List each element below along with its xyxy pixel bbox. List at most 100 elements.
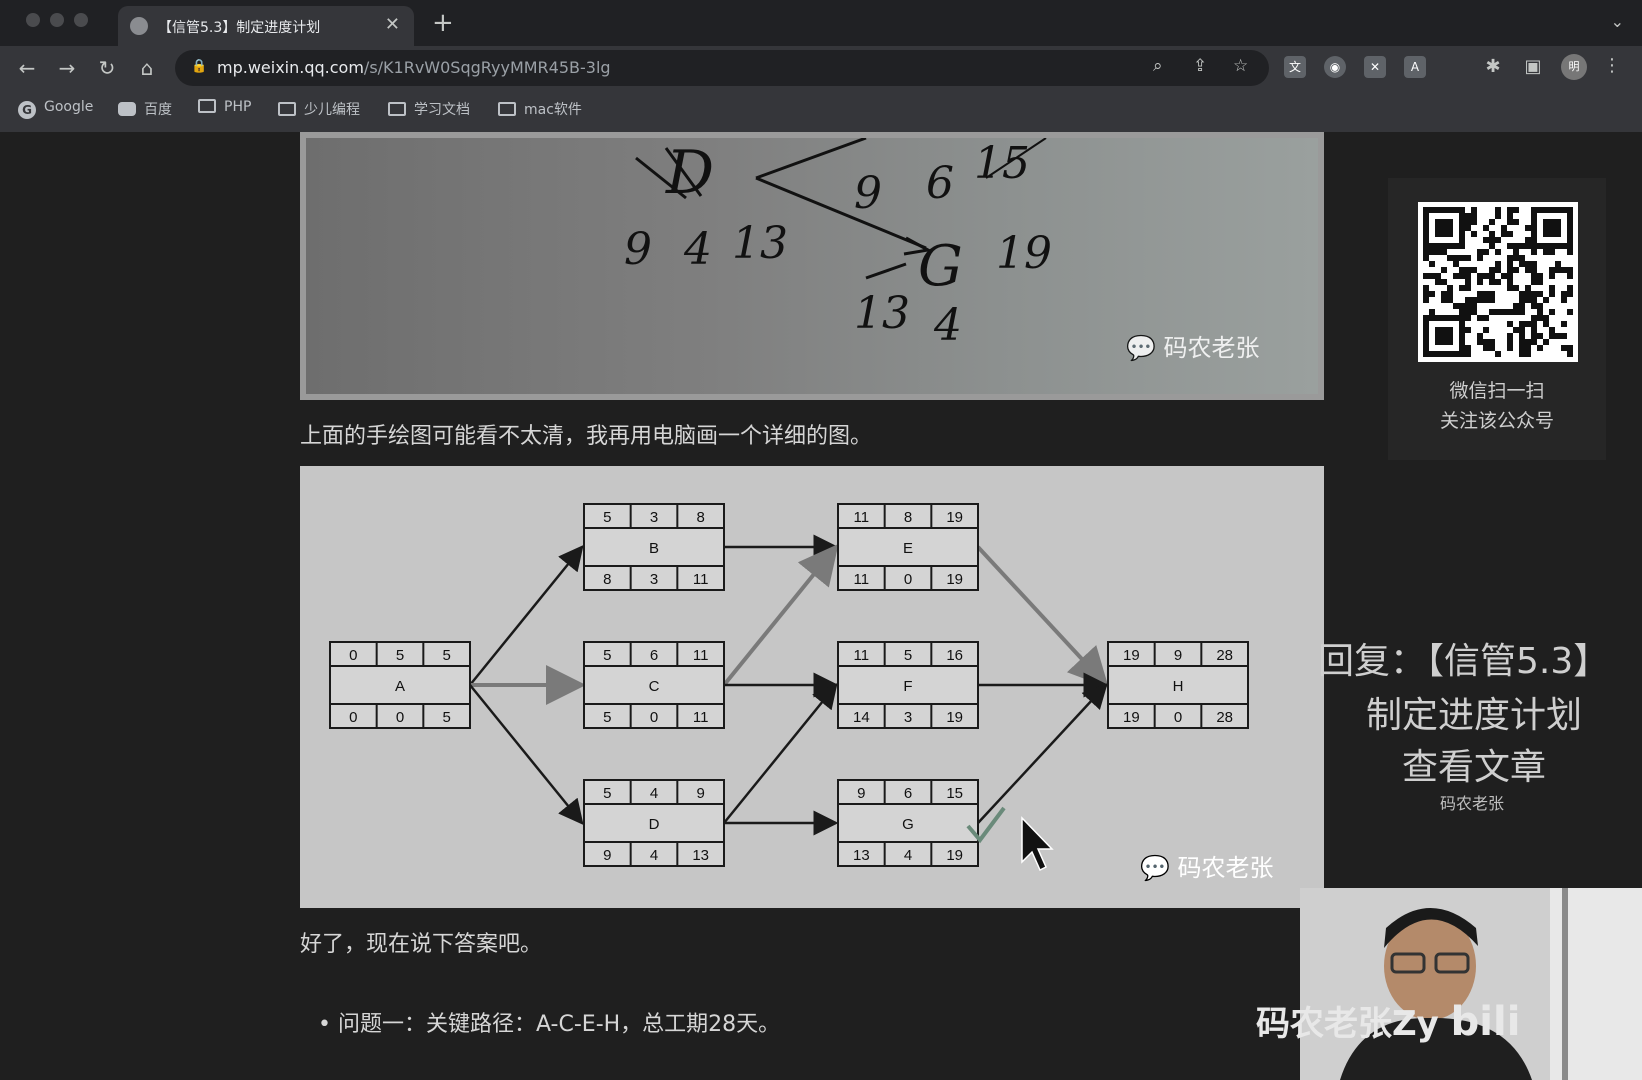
tab-title: 【信管5.3】制定进度计划 <box>158 20 321 36</box>
node-F-top-1: 5 <box>904 647 912 664</box>
qr-code-panel: 微信扫一扫 关注该公众号 <box>1388 178 1606 460</box>
qr-caption-line1: 微信扫一扫 <box>1449 380 1545 402</box>
chevron-down-icon[interactable]: ⌄ <box>1611 12 1624 31</box>
node-E: 11 11 8 0 19 19 E <box>837 503 979 591</box>
share-icon[interactable]: ⇪ <box>1193 56 1207 76</box>
zoom-window-button[interactable] <box>74 13 88 27</box>
profile-avatar[interactable]: 明 <box>1561 54 1587 80</box>
hw-d-es: 9 <box>624 224 652 275</box>
node-F-bottom-0: 14 <box>853 709 870 726</box>
hw-node-d: D <box>666 138 715 208</box>
bookmark-google[interactable]: G Google <box>18 99 93 119</box>
node-D-bottom-2: 13 <box>692 847 709 864</box>
folder-icon <box>198 99 216 113</box>
hw-g-ls: 13 <box>854 288 910 339</box>
node-H: 19 19 9 0 28 28 H <box>1107 641 1249 729</box>
qr-code-pattern <box>1423 207 1573 357</box>
node-C-bottom-1: 0 <box>650 709 658 726</box>
handwritten-diagram-photo: D 9 4 13 9 6 15 G 19 13 4 💬 码农老张 <box>300 132 1324 400</box>
node-H-bottom-2: 28 <box>1216 709 1233 726</box>
extension-a-icon[interactable]: A <box>1404 56 1426 78</box>
lock-icon[interactable]: 🔒 <box>191 59 207 74</box>
node-G-label: G <box>902 816 914 833</box>
translate-extension-icon[interactable]: 文 <box>1284 56 1306 78</box>
reload-button[interactable]: ↻ <box>94 55 120 81</box>
network-diagram-svg: 005055A5833811B55601111C5944913D11118019… <box>329 503 1249 872</box>
node-E-top-1: 8 <box>904 509 912 526</box>
side-panel-icon[interactable]: ▣ <box>1522 56 1544 78</box>
node-H-bottom-0: 19 <box>1123 709 1140 726</box>
node-E-bottom-1: 0 <box>904 571 912 588</box>
node-H-label: H <box>1173 678 1184 695</box>
close-tab-icon[interactable]: ✕ <box>385 14 400 35</box>
node-A-top-2: 5 <box>442 647 450 664</box>
new-tab-button[interactable]: + <box>432 8 454 38</box>
folder-icon <box>388 102 406 116</box>
node-E-top-0: 11 <box>854 509 870 526</box>
qr-code[interactable] <box>1418 202 1578 362</box>
node-F-bottom-2: 19 <box>946 709 963 726</box>
node-H-bottom-1: 0 <box>1174 709 1182 726</box>
node-C-bottom-2: 11 <box>693 709 709 726</box>
node-D-bottom-0: 9 <box>603 847 611 864</box>
hw-g-dur: 6 <box>926 158 954 209</box>
node-G-bottom-2: 19 <box>946 847 963 864</box>
bookmark-folder-kids-coding[interactable]: 少儿编程 <box>278 99 360 119</box>
zoom-icon[interactable]: ⌕ <box>1153 56 1163 76</box>
extension-circle-icon[interactable]: ◉ <box>1324 56 1346 78</box>
photo-watermark: 💬 码农老张 <box>1126 334 1260 362</box>
bookmark-folder-php[interactable]: PHP <box>198 99 251 115</box>
node-H-top-0: 19 <box>1123 647 1140 664</box>
node-D-top-1: 4 <box>650 785 658 802</box>
node-B-top-0: 5 <box>603 509 611 526</box>
baidu-icon <box>118 102 136 116</box>
node-F-bottom-1: 3 <box>904 709 912 726</box>
node-C-label: C <box>649 678 660 695</box>
bookmark-folder-docs[interactable]: 学习文档 <box>388 99 470 119</box>
extension-x-icon[interactable]: ✕ <box>1364 56 1386 78</box>
edge-D-F <box>723 683 838 824</box>
url-text[interactable]: mp.weixin.qq.com/s/K1RvW0SqgRyyMMR45B-3l… <box>217 58 611 77</box>
hw-g-float: 4 <box>934 300 962 351</box>
node-C-top-2: 11 <box>693 647 709 664</box>
bookmark-folder-mac-software[interactable]: mac软件 <box>498 99 582 119</box>
tab-strip: 【信管5.3】制定进度计划 ✕ + ⌄ <box>0 0 1642 46</box>
bookmark-star-icon[interactable]: ☆ <box>1233 56 1248 76</box>
node-G-bottom-1: 4 <box>904 847 912 864</box>
node-F-top-2: 16 <box>946 647 963 664</box>
node-B-label: B <box>649 540 659 557</box>
node-D-bottom-1: 4 <box>650 847 658 864</box>
mouse-cursor-icon <box>1021 816 1054 872</box>
node-E-top-2: 19 <box>946 509 963 526</box>
node-G-top-1: 6 <box>904 785 912 802</box>
address-bar[interactable]: 🔒 mp.weixin.qq.com/s/K1RvW0SqgRyyMMR45B-… <box>175 50 1269 86</box>
wechat-icon: 💬 <box>1140 854 1170 882</box>
node-B-bottom-1: 3 <box>650 571 658 588</box>
forward-button[interactable]: → <box>54 55 80 81</box>
puzzle-extensions-icon[interactable]: ✱ <box>1482 56 1504 78</box>
folder-icon <box>498 102 516 116</box>
tab-active[interactable]: 【信管5.3】制定进度计划 ✕ <box>118 6 414 46</box>
edge-E-H <box>976 545 1109 688</box>
node-A: 0 0 5 0 5 5 A <box>329 641 471 729</box>
home-button[interactable]: ⌂ <box>134 55 160 81</box>
node-D-top-2: 9 <box>696 785 704 802</box>
more-menu-icon[interactable]: ⋮ <box>1603 55 1621 76</box>
promo-title-line: 制定进度计划 <box>1366 695 1583 736</box>
bilibili-logo: bili <box>1450 999 1521 1045</box>
hw-g-es: 9 <box>854 168 882 219</box>
streamer-watermark: 码农老张Zy bili <box>1256 999 1521 1045</box>
node-A-bottom-1: 0 <box>396 709 404 726</box>
close-window-button[interactable] <box>26 13 40 27</box>
node-C-top-0: 5 <box>603 647 611 664</box>
node-E-label: E <box>903 540 913 557</box>
minimize-window-button[interactable] <box>50 13 64 27</box>
node-A-bottom-2: 5 <box>442 709 450 726</box>
wechat-favicon-icon <box>130 17 148 35</box>
bookmark-baidu[interactable]: 百度 <box>118 99 172 119</box>
hw-g-ef: 15 <box>974 138 1030 189</box>
hw-d-dur: 4 <box>684 224 712 275</box>
back-button[interactable]: ← <box>14 55 40 81</box>
node-B-bottom-2: 11 <box>693 571 709 588</box>
node-G-top-2: 15 <box>946 785 963 802</box>
